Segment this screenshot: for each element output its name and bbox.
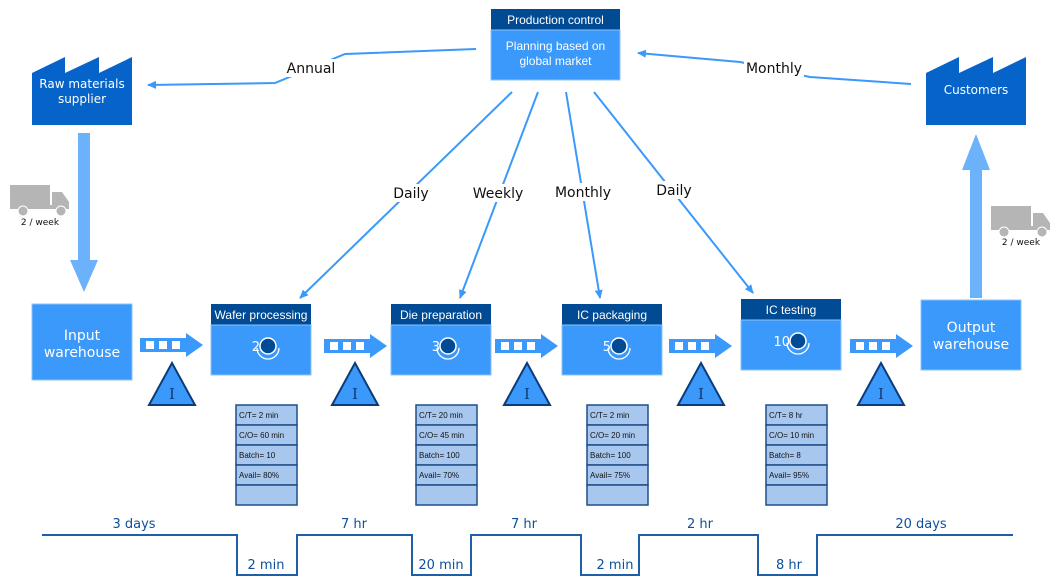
inventory-label: I [698, 385, 704, 403]
push-arrow-icon [669, 334, 732, 358]
inbound-frequency: 2 / week [21, 218, 60, 228]
freq-label-annual: Annual [287, 61, 336, 77]
push-arrow-icon [324, 334, 387, 358]
data-cell-text: C/O= 20 min [590, 431, 635, 440]
data-cell-text: Avail= 75% [590, 471, 630, 480]
input-warehouse[interactable]: Input warehouse [31, 303, 133, 381]
data-cell-text: Batch= 100 [590, 451, 631, 460]
data-cell-text: C/T= 2 min [590, 411, 629, 420]
data-cell-text: C/O= 60 min [239, 431, 284, 440]
factory-icon [32, 57, 132, 125]
info-flow-monthly-customer: Monthly [637, 49, 912, 85]
production-control-title: Production control [507, 13, 604, 27]
wait-time-label: 20 days [895, 517, 947, 532]
info-flow-annual: Annual [147, 48, 477, 89]
info-flow-daily-testing: Daily [593, 91, 754, 294]
freq-label-monthly-customer: Monthly [746, 61, 802, 77]
process-name: Wafer processing [215, 308, 308, 322]
process-data-box: C/T= 20 min C/O= 45 min Batch= 100 Avail= 7… [415, 404, 478, 506]
data-cell-text: C/T= 8 hr [769, 411, 803, 420]
production-control-line1: Planning based on [506, 39, 605, 53]
inventory-icon[interactable]: I [856, 360, 906, 406]
data-cell [235, 484, 298, 506]
freq-label-monthly: Monthly [555, 185, 611, 201]
output-warehouse[interactable]: Output warehouse [920, 299, 1022, 371]
outbound-frequency: 2 / week [1002, 238, 1041, 248]
inventory-icon[interactable]: I [330, 360, 380, 406]
data-cell [415, 484, 478, 506]
freq-label-weekly: Weekly [473, 186, 524, 202]
wait-time-label: 7 hr [341, 517, 368, 532]
inventory-icon[interactable]: I [676, 360, 726, 406]
production-control-line2: global market [519, 54, 592, 68]
process-data-box: C/T= 8 hr C/O= 10 min Batch= 8 Avail= 95% [765, 404, 828, 506]
outbound-shipment-arrow [962, 134, 990, 298]
inventory-icon[interactable]: I [502, 360, 552, 406]
process-name: IC packaging [577, 308, 647, 322]
wait-time-label: 7 hr [511, 517, 538, 532]
supplier-factory[interactable]: Raw materials supplier [32, 57, 132, 125]
process-time-label: 2 min [597, 558, 634, 573]
process-time-label: 8 hr [776, 558, 803, 573]
data-cell-text: C/T= 2 min [239, 411, 278, 420]
lead-time-ladder: 3 days 7 hr 7 hr 2 hr 20 days 2 min 20 min 2 mi… [42, 517, 1013, 576]
data-cell-text: C/T= 20 min [419, 411, 463, 420]
process-box[interactable]: Die preparation3C/T= 20 minC/O= 45 minBa… [390, 304, 492, 506]
inventory-icon[interactable]: I [147, 360, 197, 406]
info-flow-weekly-die: Weekly [459, 91, 539, 299]
value-stream-map: Production control Planning based on glo… [10, 9, 1050, 576]
process-box[interactable]: IC testing10C/T= 8 hrC/O= 10 minBatch= 8… [740, 299, 842, 506]
output-warehouse-line1: Output [947, 320, 996, 336]
process-data-box: C/T= 2 min C/O= 20 min Batch= 100 Avail= 75… [586, 404, 649, 506]
inbound-truck[interactable]: 2 / week [10, 185, 69, 228]
process-time-label: 2 min [248, 558, 285, 573]
production-control-box[interactable]: Production control Planning based on glo… [490, 9, 621, 81]
push-arrow-icon [850, 334, 913, 358]
input-warehouse-line2: warehouse [44, 345, 120, 361]
data-cell-text: Avail= 80% [239, 471, 279, 480]
inventory-label: I [352, 385, 358, 403]
data-cell-text: Batch= 8 [769, 451, 801, 460]
freq-label-daily-2: Daily [656, 183, 691, 199]
inventory-label: I [524, 385, 530, 403]
data-cell-text: C/O= 10 min [769, 431, 814, 440]
process-name: Die preparation [400, 308, 482, 322]
outbound-truck[interactable]: 2 / week [991, 206, 1050, 248]
data-cell [765, 484, 828, 506]
freq-label-daily-1: Daily [393, 186, 428, 202]
supplier-label-line1: Raw materials [39, 77, 124, 91]
data-cell-text: Batch= 10 [239, 451, 276, 460]
inventory-label: I [169, 385, 175, 403]
customer-label: Customers [944, 83, 1009, 97]
truck-icon [10, 185, 69, 217]
process-name: IC testing [766, 303, 817, 317]
wait-time-label: 2 hr [687, 517, 714, 532]
truck-icon [991, 206, 1050, 238]
inventory-label: I [878, 385, 884, 403]
info-flow-monthly-packaging: Monthly [554, 91, 614, 299]
process-time-label: 20 min [418, 558, 463, 573]
data-cell-text: Avail= 70% [419, 471, 459, 480]
data-cell-text: Batch= 100 [419, 451, 460, 460]
inbound-shipment-arrow [70, 133, 98, 292]
process-box[interactable]: IC packaging5C/T= 2 minC/O= 20 minBatch=… [561, 304, 663, 506]
output-warehouse-line2: warehouse [933, 337, 1009, 353]
input-warehouse-line1: Input [64, 328, 101, 344]
push-arrow-icon [495, 334, 558, 358]
wait-time-label: 3 days [112, 517, 155, 532]
supplier-label-line2: supplier [58, 92, 106, 106]
customer-factory[interactable]: Customers [926, 57, 1026, 125]
data-cell [586, 484, 649, 506]
push-arrow-icon [140, 333, 203, 357]
data-cell-text: C/O= 45 min [419, 431, 464, 440]
data-cell-text: Avail= 95% [769, 471, 809, 480]
process-data-box: C/T= 2 min C/O= 60 min Batch= 10 Avail= 80% [235, 404, 298, 506]
process-box[interactable]: Wafer processing2C/T= 2 minC/O= 60 minBa… [210, 304, 312, 506]
